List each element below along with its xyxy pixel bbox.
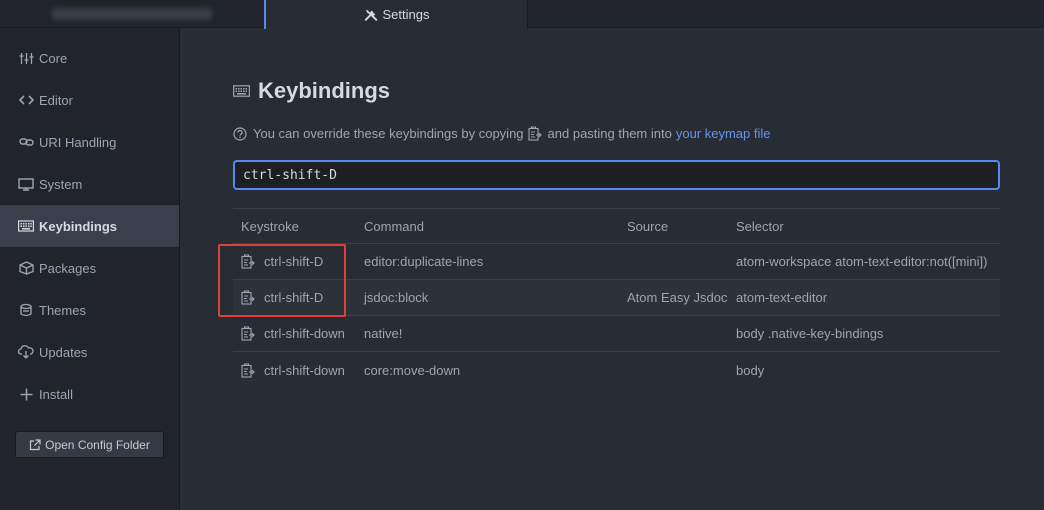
keyboard-icon: [233, 85, 250, 97]
table-row: ctrl-shift-D jsdoc:block Atom Easy Jsdoc…: [233, 280, 1000, 316]
keybinding-search-input[interactable]: [233, 160, 1000, 190]
table-row: ctrl-shift-down core:move-down body: [233, 352, 1000, 388]
keybindings-panel: Keybindings You can override these keybi…: [181, 28, 1044, 510]
sidebar-item-label: Install: [39, 386, 73, 402]
clippy-icon: [527, 126, 542, 141]
column-header-selector[interactable]: Selector: [736, 209, 784, 243]
copy-keybinding-icon[interactable]: [241, 254, 255, 269]
tab-blurred-file[interactable]: [0, 0, 264, 28]
sliders-icon: [18, 51, 34, 65]
selector-cell: atom-text-editor: [736, 290, 828, 305]
question-icon: [233, 126, 247, 141]
sidebar-item-label: Editor: [39, 92, 73, 108]
selector-cell: body: [736, 362, 765, 378]
command-cell: native!: [364, 326, 403, 341]
open-config-folder-label: Open Config Folder: [45, 437, 150, 452]
sidebar-item-themes[interactable]: Themes: [0, 289, 179, 331]
link-external-icon: [30, 438, 41, 450]
tools-icon: [364, 9, 377, 21]
keymap-file-link[interactable]: your keymap file: [676, 126, 771, 141]
command-cell: editor:duplicate-lines: [364, 254, 484, 269]
keybindings-table: Keystroke Command Source Selector ctrl-s…: [233, 208, 1000, 388]
keystroke-text: ctrl-shift-down: [264, 362, 345, 378]
table-row: ctrl-shift-down native! body .native-key…: [233, 316, 1000, 352]
sidebar-item-keybindings[interactable]: Keybindings: [0, 205, 179, 247]
sidebar-item-label: Core: [39, 50, 68, 66]
sidebar-item-editor[interactable]: Editor: [0, 79, 179, 121]
override-hint: You can override these keybindings by co…: [233, 126, 771, 141]
copy-keybinding-icon[interactable]: [241, 290, 255, 305]
sidebar-item-label: Keybindings: [39, 218, 118, 234]
sidebar-item-core[interactable]: Core: [0, 37, 179, 79]
hint-text-before: You can override these keybindings by co…: [253, 126, 524, 141]
paintcan-icon: [18, 303, 34, 317]
link-icon: [18, 135, 34, 149]
sidebar-item-install[interactable]: Install: [0, 373, 179, 415]
hint-text-after: and pasting them into: [547, 126, 672, 141]
keystroke-cell: ctrl-shift-D: [241, 244, 323, 279]
package-icon: [18, 261, 34, 275]
open-config-folder-button[interactable]: Open Config Folder: [15, 431, 164, 458]
command-cell: core:move-down: [364, 362, 461, 378]
column-header-keystroke[interactable]: Keystroke: [241, 209, 299, 243]
column-header-command[interactable]: Command: [364, 209, 424, 243]
settings-sidebar: Core Editor URI Handling System Keybindi…: [0, 28, 180, 510]
keystroke-cell: ctrl-shift-down: [241, 352, 345, 388]
code-icon: [18, 93, 34, 107]
table-row: ctrl-shift-D editor:duplicate-lines atom…: [233, 244, 1000, 280]
sidebar-item-label: Updates: [39, 344, 88, 360]
keystroke-cell: ctrl-shift-D: [241, 280, 323, 315]
page-title: Keybindings: [233, 78, 390, 104]
keystroke-text: ctrl-shift-D: [264, 290, 324, 305]
copy-keybinding-icon[interactable]: [241, 326, 255, 341]
command-cell: jsdoc:block: [364, 290, 429, 305]
sidebar-item-system[interactable]: System: [0, 163, 179, 205]
copy-keybinding-icon[interactable]: [241, 362, 255, 378]
sidebar-item-label: Packages: [39, 260, 97, 276]
selector-cell: body .native-key-bindings: [736, 326, 884, 341]
tab-bar: Settings: [0, 0, 1044, 29]
keyboard-icon: [18, 219, 34, 233]
blurred-tab-title: [52, 8, 212, 20]
page-title-text: Keybindings: [258, 78, 391, 103]
keystroke-text: ctrl-shift-D: [264, 254, 324, 269]
tab-settings[interactable]: Settings: [264, 0, 528, 29]
keystroke-cell: ctrl-shift-down: [241, 316, 345, 351]
sidebar-item-label: System: [39, 176, 83, 192]
sidebar-item-label: URI Handling: [39, 134, 117, 150]
plus-icon: [18, 387, 34, 401]
column-header-source[interactable]: Source: [627, 209, 668, 243]
source-cell: Atom Easy Jsdoc: [627, 290, 728, 305]
sidebar-item-packages[interactable]: Packages: [0, 247, 179, 289]
keystroke-text: ctrl-shift-down: [264, 326, 345, 341]
sidebar-item-uri-handling[interactable]: URI Handling: [0, 121, 179, 163]
selector-cell: atom-workspace atom-text-editor:not([min…: [736, 254, 988, 269]
cloud-download-icon: [18, 345, 34, 359]
table-header-row: Keystroke Command Source Selector: [233, 209, 1000, 244]
monitor-icon: [18, 177, 34, 191]
sidebar-item-updates[interactable]: Updates: [0, 331, 179, 373]
tab-settings-label: Settings: [382, 7, 430, 22]
sidebar-item-label: Themes: [39, 302, 86, 318]
